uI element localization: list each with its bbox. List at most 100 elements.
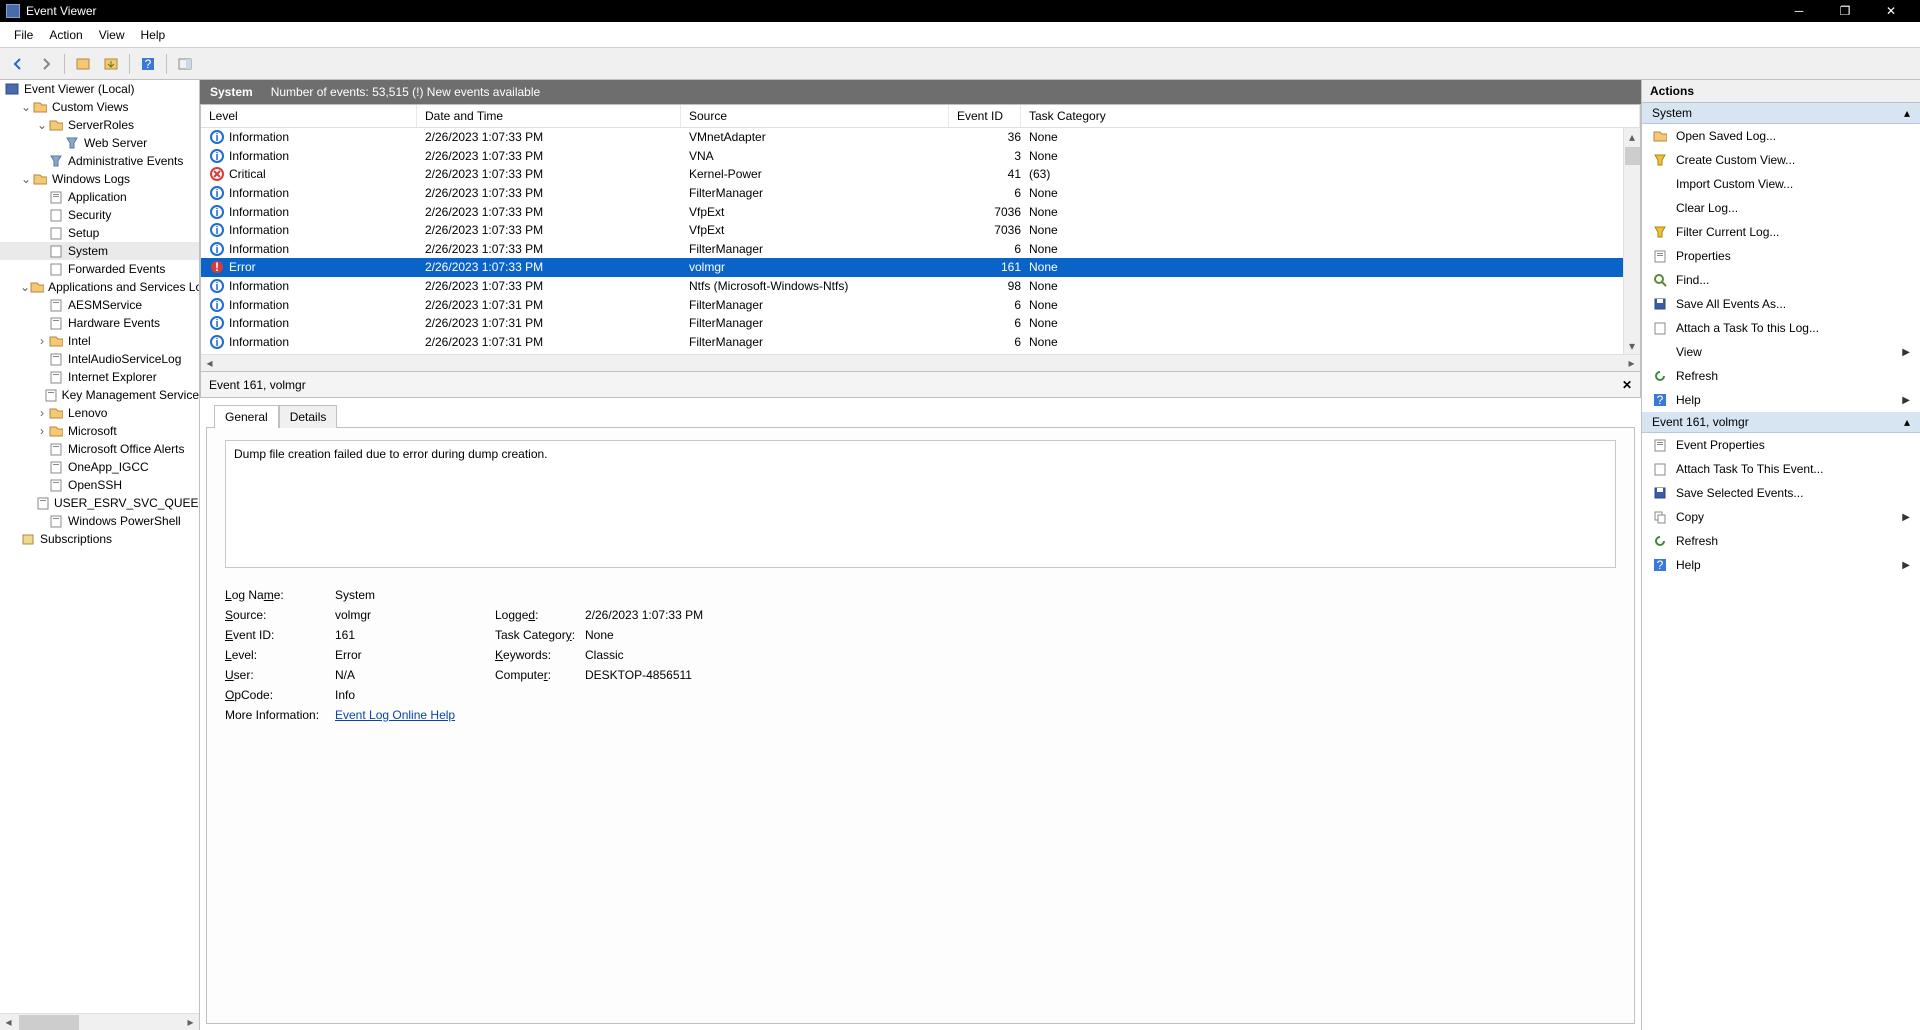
tree-service-item[interactable]: AESMService [0, 296, 199, 314]
tree-root[interactable]: Event Viewer (Local) [0, 80, 199, 98]
show-action-pane-button[interactable] [173, 52, 197, 76]
tree-service-item[interactable]: OpenSSH [0, 476, 199, 494]
tree-service-item[interactable]: ›Microsoft [0, 422, 199, 440]
action-item[interactable]: Import Custom View... [1642, 172, 1920, 196]
tree-service-item[interactable]: OneApp_IGCC [0, 458, 199, 476]
scroll-thumb[interactable] [19, 1015, 79, 1030]
tree-service-item[interactable]: Windows PowerShell [0, 512, 199, 530]
tree-service-item[interactable]: IntelAudioServiceLog [0, 350, 199, 368]
event-row[interactable]: iInformation2/26/2023 1:07:33 PMFilterMa… [201, 184, 1640, 203]
action-item[interactable]: Properties [1642, 244, 1920, 268]
scroll-down-icon[interactable]: ▾ [1624, 337, 1640, 354]
event-row[interactable]: iInformation2/26/2023 1:07:33 PMVNA3None [201, 147, 1640, 166]
scroll-left-icon[interactable]: ◂ [0, 1014, 17, 1030]
action-item[interactable]: Copy▶ [1642, 505, 1920, 529]
action-item[interactable]: Filter Current Log... [1642, 220, 1920, 244]
collapse-icon[interactable]: ⌄ [20, 172, 32, 186]
action-item[interactable]: Clear Log... [1642, 196, 1920, 220]
tab-general[interactable]: General [214, 405, 279, 428]
action-item[interactable]: ?Help▶ [1642, 388, 1920, 412]
menu-file[interactable]: File [6, 26, 41, 44]
col-source[interactable]: Source [681, 105, 949, 127]
tree-admin-events[interactable]: Administrative Events [0, 152, 199, 170]
menu-view[interactable]: View [91, 26, 133, 44]
scroll-thumb[interactable] [1625, 147, 1640, 165]
minimize-button[interactable]: ─ [1776, 0, 1822, 22]
col-event-id[interactable]: Event ID [949, 105, 1021, 127]
col-task-category[interactable]: Task Category [1021, 105, 1640, 127]
tree-custom-views[interactable]: ⌄Custom Views [0, 98, 199, 116]
tree-windows-logs[interactable]: ⌄Windows Logs [0, 170, 199, 188]
tree-service-item[interactable]: Internet Explorer [0, 368, 199, 386]
event-row[interactable]: iInformation2/26/2023 1:07:33 PMNtfs (Mi… [201, 277, 1640, 296]
action-item[interactable]: Refresh [1642, 529, 1920, 553]
action-item[interactable]: ?Help▶ [1642, 553, 1920, 577]
action-item[interactable]: Save All Events As... [1642, 292, 1920, 316]
event-row[interactable]: iInformation2/26/2023 1:07:33 PMVfpExt70… [201, 202, 1640, 221]
event-row[interactable]: Critical2/26/2023 1:07:33 PMKernel-Power… [201, 165, 1640, 184]
show-hide-tree-button[interactable] [71, 52, 95, 76]
event-row[interactable]: iInformation2/26/2023 1:07:33 PMVMnetAda… [201, 128, 1640, 147]
event-row[interactable]: iInformation2/26/2023 1:07:33 PMVfpExt70… [201, 221, 1640, 240]
expand-icon[interactable]: › [36, 406, 48, 420]
event-row[interactable]: iInformation2/26/2023 1:07:31 PMFilterMa… [201, 314, 1640, 333]
tab-details[interactable]: Details [279, 405, 338, 428]
menu-action[interactable]: Action [41, 26, 90, 44]
help-button[interactable]: ? [136, 52, 160, 76]
forward-button[interactable] [34, 52, 58, 76]
action-item[interactable]: View▶ [1642, 340, 1920, 364]
back-button[interactable] [6, 52, 30, 76]
action-item[interactable]: Find... [1642, 268, 1920, 292]
expand-icon[interactable]: › [36, 334, 48, 348]
tree-server-roles[interactable]: ⌄ServerRoles [0, 116, 199, 134]
tree-application[interactable]: Application [0, 188, 199, 206]
collapse-icon[interactable]: ⌄ [36, 118, 48, 132]
scroll-left-icon[interactable]: ◂ [201, 356, 218, 370]
grid-vscrollbar[interactable]: ▴ ▾ [1623, 128, 1640, 354]
action-item[interactable]: Open Saved Log... [1642, 124, 1920, 148]
collapse-icon[interactable]: ▴ [1904, 106, 1910, 120]
export-button[interactable] [99, 52, 123, 76]
tree-service-item[interactable]: Hardware Events [0, 314, 199, 332]
tree-service-item[interactable]: ›Intel [0, 332, 199, 350]
action-item[interactable]: Refresh [1642, 364, 1920, 388]
event-row[interactable]: iInformation2/26/2023 1:07:31 PMFilterMa… [201, 333, 1640, 352]
tree-service-item[interactable]: Key Management Service [0, 386, 199, 404]
close-detail-button[interactable]: ✕ [1622, 378, 1632, 392]
tree-service-item[interactable]: Microsoft Office Alerts [0, 440, 199, 458]
tree-web-server[interactable]: Web Server [0, 134, 199, 152]
col-date[interactable]: Date and Time [417, 105, 681, 127]
event-row[interactable]: iInformation2/26/2023 1:07:33 PMFilterMa… [201, 240, 1640, 259]
grid-hscrollbar[interactable]: ◂ ▸ [201, 354, 1640, 371]
scroll-right-icon[interactable]: ▸ [182, 1014, 199, 1030]
action-item[interactable]: Attach Task To This Event... [1642, 457, 1920, 481]
tree-service-item[interactable]: USER_ESRV_SVC_QUEENCREEK [0, 494, 199, 512]
tree-forwarded[interactable]: Forwarded Events [0, 260, 199, 278]
event-row[interactable]: !Error2/26/2023 1:07:33 PMvolmgr161None [201, 258, 1640, 277]
tree-service-item[interactable]: ›Lenovo [0, 404, 199, 422]
scroll-right-icon[interactable]: ▸ [1623, 356, 1640, 370]
action-item[interactable]: Attach a Task To this Log... [1642, 316, 1920, 340]
grid-body[interactable]: iInformation2/26/2023 1:07:33 PMVMnetAda… [201, 128, 1640, 354]
tree-subscriptions[interactable]: Subscriptions [0, 530, 199, 548]
collapse-icon[interactable]: ⌄ [20, 280, 30, 294]
maximize-button[interactable]: ❐ [1822, 0, 1868, 22]
tree-hscrollbar[interactable]: ◂ ▸ [0, 1013, 199, 1030]
tree-system[interactable]: System [0, 242, 199, 260]
tree-setup[interactable]: Setup [0, 224, 199, 242]
close-button[interactable]: ✕ [1868, 0, 1914, 22]
more-info-link[interactable]: Event Log Online Help [335, 708, 455, 722]
action-item[interactable]: Save Selected Events... [1642, 481, 1920, 505]
action-item[interactable]: Event Properties [1642, 433, 1920, 457]
tree[interactable]: Event Viewer (Local) ⌄Custom Views ⌄Serv… [0, 80, 199, 1013]
tree-apps-services[interactable]: ⌄Applications and Services Logs [0, 278, 199, 296]
col-level[interactable]: Level [201, 105, 417, 127]
action-item[interactable]: Create Custom View... [1642, 148, 1920, 172]
expand-icon[interactable]: › [36, 424, 48, 438]
menu-help[interactable]: Help [133, 26, 174, 44]
scroll-up-icon[interactable]: ▴ [1624, 128, 1640, 145]
collapse-icon[interactable]: ▴ [1904, 415, 1910, 429]
event-row[interactable]: iInformation2/26/2023 1:07:31 PMFilterMa… [201, 295, 1640, 314]
tree-security[interactable]: Security [0, 206, 199, 224]
collapse-icon[interactable]: ⌄ [20, 100, 32, 114]
